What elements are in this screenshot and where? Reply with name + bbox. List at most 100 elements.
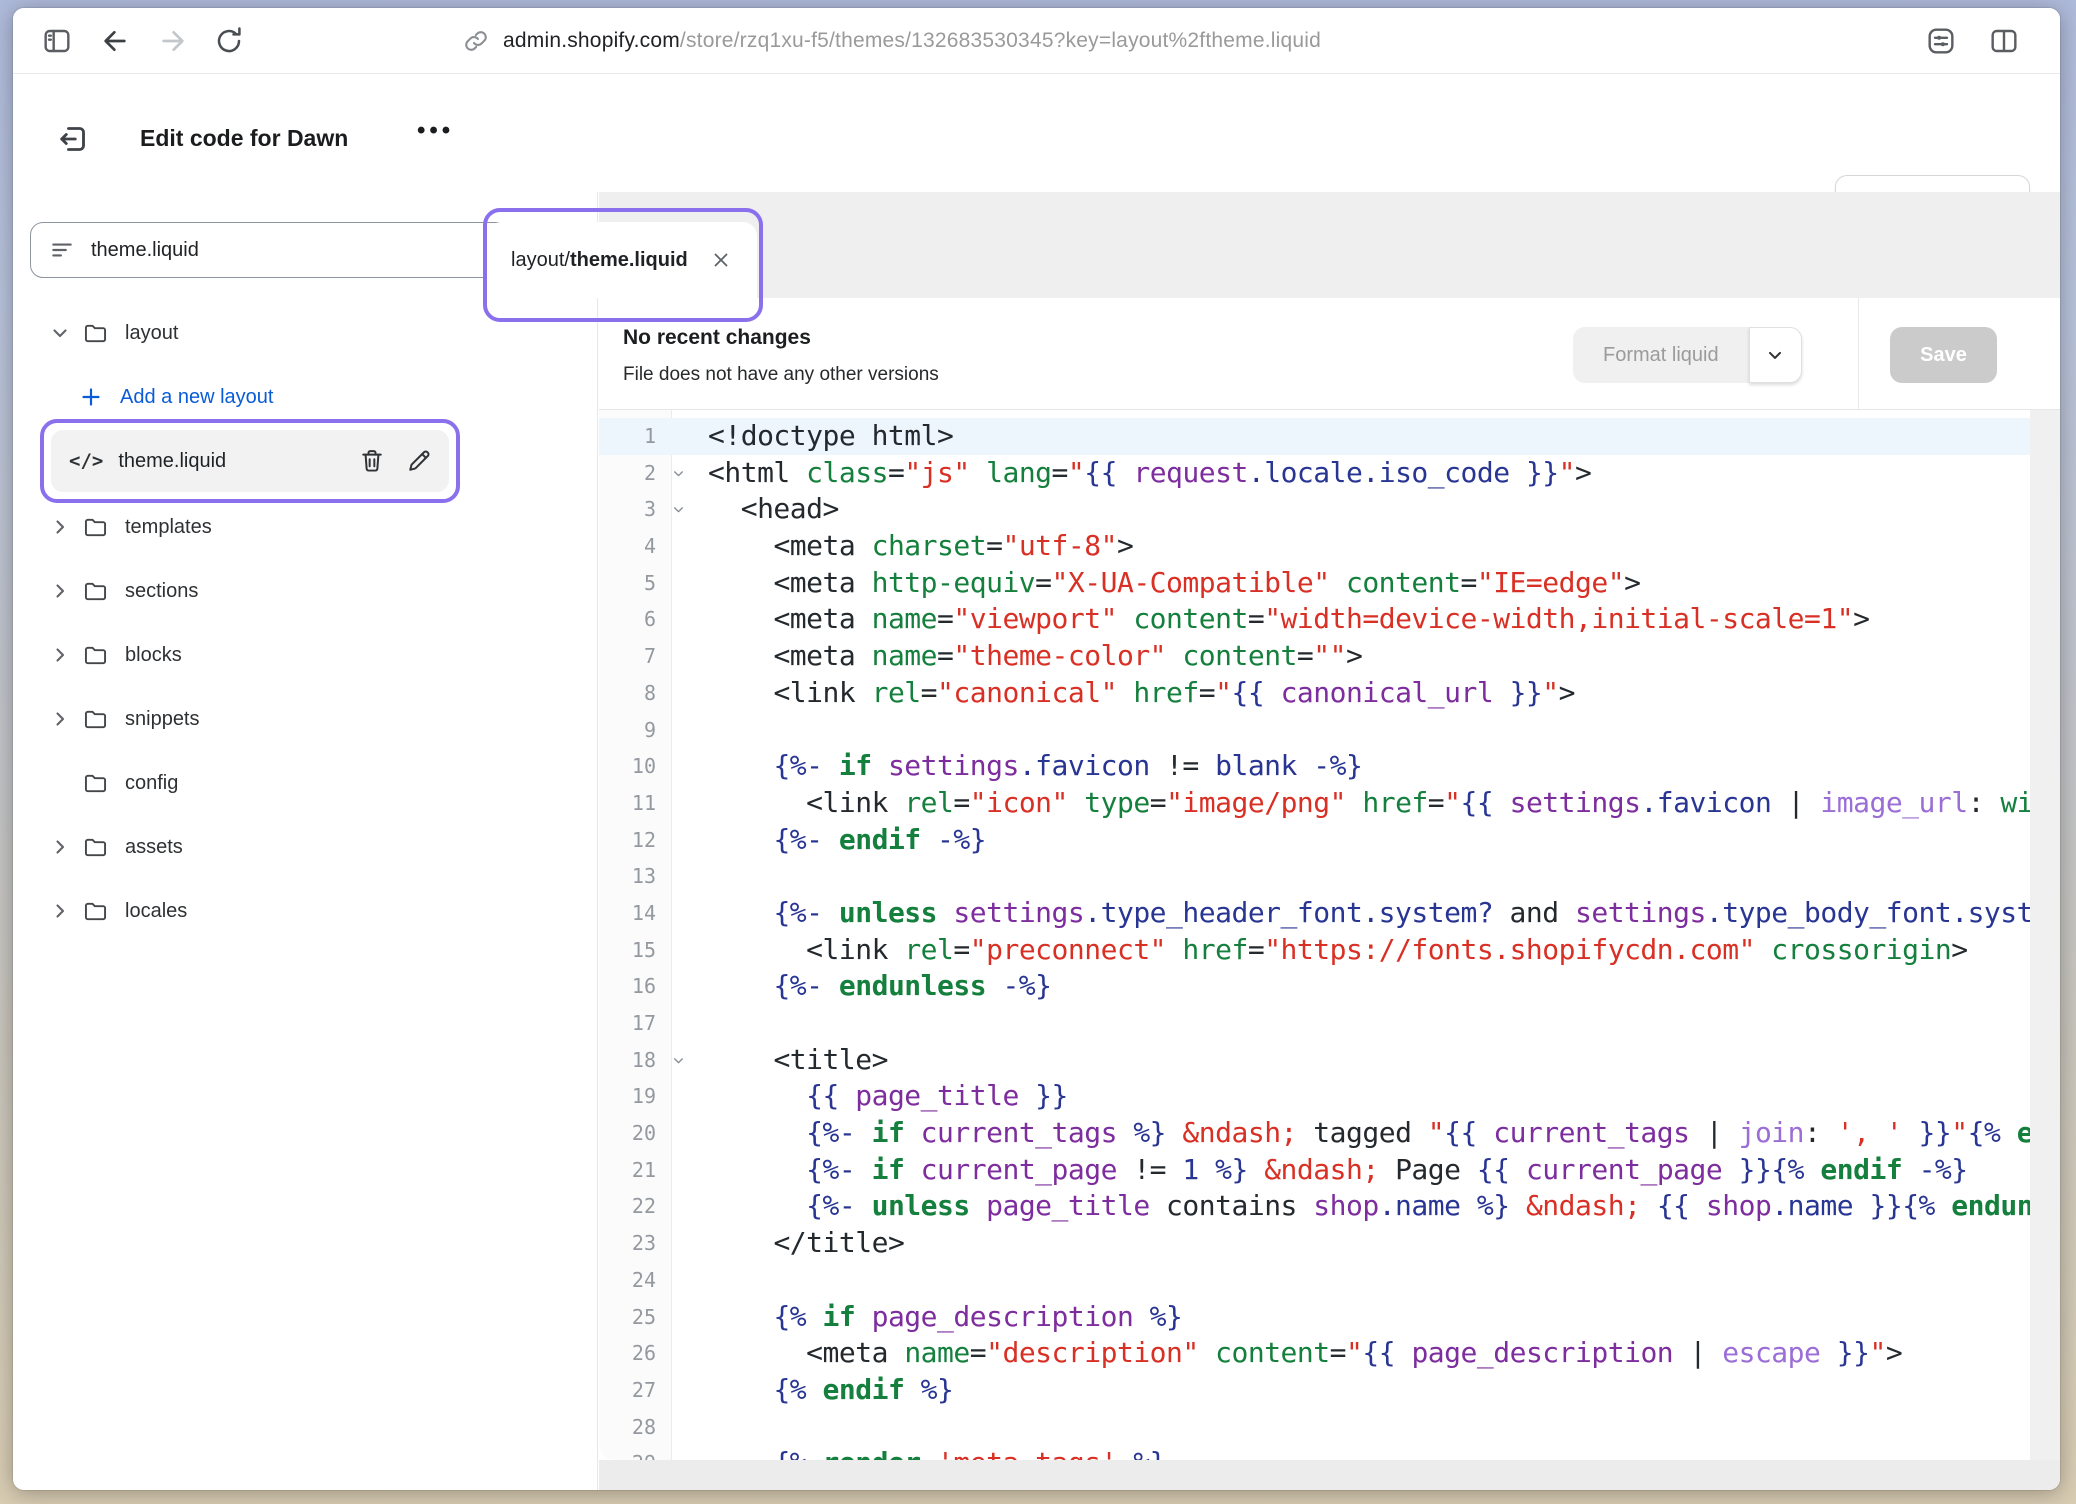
- code-line: 23 </title>: [599, 1225, 2030, 1262]
- line-number: 1: [599, 418, 672, 455]
- line-number: 2: [599, 455, 672, 492]
- fold-spacer: [672, 638, 692, 675]
- chevron-right-icon[interactable]: [48, 707, 72, 731]
- split-view-icon[interactable]: [1988, 25, 2020, 57]
- line-number: 24: [599, 1262, 672, 1299]
- line-number: 29: [599, 1445, 672, 1460]
- line-number: 23: [599, 1225, 672, 1262]
- fold-spacer: [672, 932, 692, 969]
- sidebar-item-config[interactable]: config: [13, 759, 597, 807]
- code-line: 19 {{ page_title }}: [599, 1078, 2030, 1115]
- fold-spacer: [672, 1262, 692, 1299]
- line-number: 10: [599, 748, 672, 785]
- code-line: 12 {%- endif -%}: [599, 822, 2030, 859]
- sidebar-item-sections[interactable]: sections: [13, 567, 597, 615]
- url-domain: admin.shopify.com: [503, 29, 680, 52]
- sidebar-item-locales[interactable]: locales: [13, 887, 597, 935]
- more-menu-button[interactable]: •••: [417, 117, 454, 145]
- line-number: 27: [599, 1372, 672, 1409]
- chevron-down-icon[interactable]: [48, 321, 72, 345]
- fold-spacer: [672, 1115, 692, 1152]
- fold-chevron-icon[interactable]: [672, 491, 692, 528]
- line-number: 28: [599, 1409, 672, 1446]
- chevron-right-icon[interactable]: [48, 643, 72, 667]
- fold-spacer: [672, 748, 692, 785]
- sidebar-item-blocks[interactable]: blocks: [13, 631, 597, 679]
- code-line: 5 <meta http-equiv="X-UA-Compatible" con…: [599, 565, 2030, 602]
- sidebar-item-layout[interactable]: layout: [13, 309, 597, 357]
- fold-spacer: [672, 1225, 692, 1262]
- url-bar[interactable]: admin.shopify.com/store/rzq1xu-f5/themes…: [503, 29, 1321, 53]
- fold-spacer: [672, 712, 692, 749]
- fold-spacer: [672, 1005, 692, 1042]
- code-line: 1<!doctype html>: [599, 418, 2030, 455]
- sidebar-item-theme-liquid[interactable]: </>theme.liquid: [51, 430, 449, 492]
- sidebar-item-snippets[interactable]: snippets: [13, 695, 597, 743]
- code-line: 11 <link rel="icon" type="image/png" hre…: [599, 785, 2030, 822]
- sidebar-toggle-icon[interactable]: [41, 25, 73, 57]
- code-line: 21 {%- if current_page != 1 %} &ndash; P…: [599, 1152, 2030, 1189]
- page-settings-icon[interactable]: [1925, 25, 1957, 57]
- code-editor[interactable]: 1<!doctype html>2<html class="js" lang="…: [599, 410, 2030, 1460]
- format-liquid-split-button: Format liquid: [1573, 327, 1802, 383]
- edit-icon[interactable]: [405, 447, 433, 475]
- reload-icon[interactable]: [213, 25, 245, 57]
- filter-icon: [49, 237, 75, 263]
- fold-spacer: [672, 1299, 692, 1336]
- line-number: 20: [599, 1115, 672, 1152]
- status-title: No recent changes: [623, 326, 811, 350]
- code-line: 25 {% if page_description %}: [599, 1299, 2030, 1336]
- format-dropdown-button[interactable]: [1749, 327, 1802, 383]
- code-line: 10 {%- if settings.favicon != blank -%}: [599, 748, 2030, 785]
- editor-footer: [599, 1460, 2060, 1490]
- fold-spacer: [672, 601, 692, 638]
- file-sidebar: layout Add a new layout </>theme.liquid tem…: [13, 192, 598, 1490]
- fold-chevron-icon[interactable]: [672, 1042, 692, 1079]
- code-line: 7 <meta name="theme-color" content="">: [599, 638, 2030, 675]
- line-number: 9: [599, 712, 672, 749]
- close-icon[interactable]: [709, 248, 733, 272]
- fold-chevron-icon[interactable]: [672, 455, 692, 492]
- line-number: 15: [599, 932, 672, 969]
- line-number: 13: [599, 858, 672, 895]
- chevron-right-icon[interactable]: [48, 835, 72, 859]
- fold-spacer: [672, 1445, 692, 1460]
- page-title: Edit code for Dawn: [140, 125, 348, 152]
- tab-theme-liquid[interactable]: layout/theme.liquid: [487, 222, 757, 298]
- line-number: 21: [599, 1152, 672, 1189]
- line-number: 6: [599, 601, 672, 638]
- link-icon: [463, 28, 489, 54]
- chevron-right-icon[interactable]: [48, 515, 72, 539]
- editor-scrollbar[interactable]: [2030, 410, 2060, 1460]
- chevron-right-icon[interactable]: [48, 579, 72, 603]
- fold-spacer: [672, 675, 692, 712]
- fold-spacer: [672, 858, 692, 895]
- code-line: 27 {% endif %}: [599, 1372, 2030, 1409]
- save-button[interactable]: Save: [1890, 327, 1997, 383]
- chevron-right-icon[interactable]: [48, 899, 72, 923]
- fold-spacer: [672, 1335, 692, 1372]
- fold-spacer: [672, 528, 692, 565]
- add-new-layout-button[interactable]: Add a new layout: [13, 373, 597, 421]
- toolbar-divider: [1858, 298, 1859, 409]
- sidebar-item-templates[interactable]: templates: [13, 503, 597, 551]
- line-number: 5: [599, 565, 672, 602]
- folder-icon: [82, 770, 109, 797]
- tab-file-label: theme.liquid: [570, 249, 688, 272]
- code-line: 28: [599, 1409, 2030, 1446]
- code-line: 15 <link rel="preconnect" href="https://…: [599, 932, 2030, 969]
- code-lines: 1<!doctype html>2<html class="js" lang="…: [599, 418, 2030, 1460]
- fold-spacer: [672, 785, 692, 822]
- forward-icon[interactable]: [157, 25, 189, 57]
- code-line: 2<html class="js" lang="{{ request.local…: [599, 455, 2030, 492]
- code-line: 13: [599, 858, 2030, 895]
- plus-icon: [79, 385, 103, 409]
- folder-icon: [82, 320, 109, 347]
- format-liquid-button[interactable]: Format liquid: [1573, 327, 1749, 383]
- sidebar-item-assets[interactable]: assets: [13, 823, 597, 871]
- line-number: 14: [599, 895, 672, 932]
- code-line: 20 {%- if current_tags %} &ndash; tagged…: [599, 1115, 2030, 1152]
- trash-icon[interactable]: [358, 447, 386, 475]
- back-icon[interactable]: [99, 25, 131, 57]
- exit-icon[interactable]: [55, 121, 91, 157]
